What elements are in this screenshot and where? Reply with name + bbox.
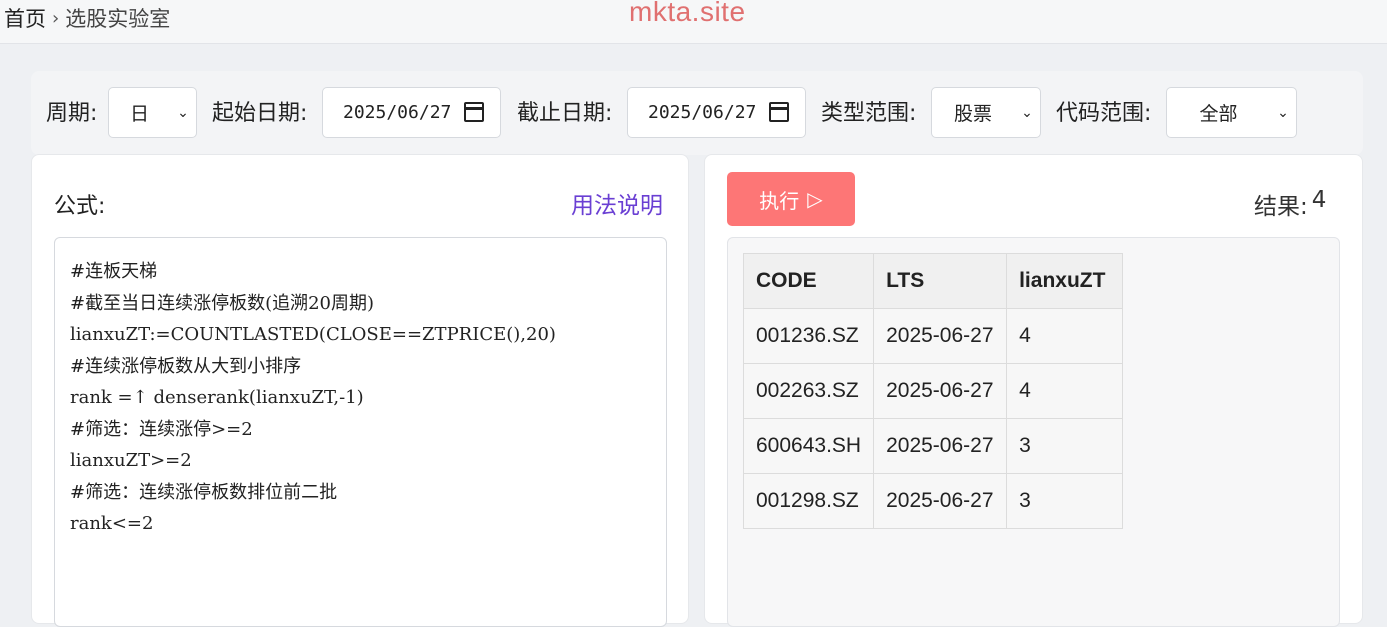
code-range-select[interactable]: 全部 ⌄ <box>1166 87 1297 138</box>
start-date-label: 起始日期: <box>212 101 308 126</box>
breadcrumb-home-link[interactable]: 首页 <box>4 6 46 32</box>
cell-lianxuzt: 4 <box>1006 308 1124 364</box>
calendar-icon[interactable] <box>464 102 484 122</box>
code-line: rank<=2 <box>70 513 154 534</box>
result-count: 结果: 4 <box>1254 187 1326 221</box>
usage-help-link[interactable]: 用法说明 <box>571 186 663 220</box>
period-select-value: 日 <box>129 103 149 125</box>
code-line: lianxuZT>=2 <box>70 450 192 471</box>
calendar-icon[interactable] <box>769 102 789 122</box>
cell-code: 002263.SZ <box>742 363 875 419</box>
result-value: 4 <box>1311 187 1327 213</box>
code-line: rank =↑ denserank(lianxuZT,-1) <box>70 387 364 408</box>
cell-code: 001236.SZ <box>742 308 875 364</box>
column-header-lianxuzt[interactable]: lianxuZT <box>1006 253 1124 309</box>
cell-lianxuzt: 4 <box>1006 363 1124 419</box>
watermark: mkta.site <box>629 0 746 27</box>
end-date-value: 2025/06/27 <box>648 102 757 123</box>
period-label: 周期: <box>46 101 98 126</box>
column-header-code[interactable]: CODE <box>742 253 875 309</box>
cell-lts: 2025-06-27 <box>873 308 1008 364</box>
cell-lts: 2025-06-27 <box>873 418 1008 474</box>
code-line: #截至当日连续涨停板数(追溯20周期) <box>70 292 375 314</box>
chevron-down-icon: ⌄ <box>1021 104 1033 121</box>
end-date-input[interactable]: 2025/06/27 <box>627 87 806 138</box>
top-bar: 首页 › 选股实验室 mkta.site <box>0 0 1387 44</box>
run-button[interactable]: 执行 ▷ <box>727 172 855 226</box>
cell-lianxuzt: 3 <box>1006 418 1124 474</box>
table-row[interactable]: 001236.SZ 2025-06-27 4 <box>742 308 1124 364</box>
formula-label: 公式: <box>54 194 106 219</box>
cell-code: 600643.SH <box>742 418 875 474</box>
cell-lianxuzt: 3 <box>1006 473 1124 529</box>
code-line: #连板天梯 <box>70 261 158 282</box>
type-range-label: 类型范围: <box>821 101 917 126</box>
code-range-label: 代码范围: <box>1056 101 1152 126</box>
table-header-row: CODE LTS lianxuZT <box>742 253 1124 309</box>
cell-lts: 2025-06-27 <box>873 473 1008 529</box>
result-label: 结果: <box>1254 194 1308 220</box>
code-line: #筛选：连续涨停>=2 <box>70 418 253 440</box>
cell-code: 001298.SZ <box>742 473 875 529</box>
type-range-select[interactable]: 股票 ⌄ <box>931 87 1041 138</box>
chevron-down-icon: ⌄ <box>177 104 189 121</box>
chevron-right-icon: › <box>52 8 60 29</box>
cell-lts: 2025-06-27 <box>873 363 1008 419</box>
code-line: lianxuZT:=COUNTLASTED(CLOSE==ZTPRICE(),2… <box>70 324 556 345</box>
table-row[interactable]: 001298.SZ 2025-06-27 3 <box>742 473 1124 529</box>
breadcrumb-current: 选股实验室 <box>65 7 171 31</box>
code-line: #筛选：连续涨停板数排位前二批 <box>70 481 338 503</box>
start-date-value: 2025/06/27 <box>343 102 452 123</box>
column-header-lts[interactable]: LTS <box>873 253 1008 309</box>
results-table: CODE LTS lianxuZT 001236.SZ 2025-06-27 4… <box>742 253 1124 529</box>
breadcrumb: 首页 › 选股实验室 <box>4 6 170 32</box>
table-row[interactable]: 002263.SZ 2025-06-27 4 <box>742 363 1124 419</box>
type-range-value: 股票 <box>953 103 992 125</box>
chevron-down-icon: ⌄ <box>1277 104 1289 121</box>
table-row[interactable]: 600643.SH 2025-06-27 3 <box>742 418 1124 474</box>
end-date-label: 截止日期: <box>517 101 613 126</box>
play-icon: ▷ <box>807 188 823 211</box>
code-range-value: 全部 <box>1199 103 1238 125</box>
period-select[interactable]: 日 ⌄ <box>108 87 197 138</box>
formula-editor[interactable]: #连板天梯 #截至当日连续涨停板数(追溯20周期) lianxuZT:=COUN… <box>54 237 667 627</box>
run-button-label: 执行 <box>759 190 800 213</box>
code-line: #连续涨停板数从大到小排序 <box>70 355 302 377</box>
start-date-input[interactable]: 2025/06/27 <box>322 87 501 138</box>
